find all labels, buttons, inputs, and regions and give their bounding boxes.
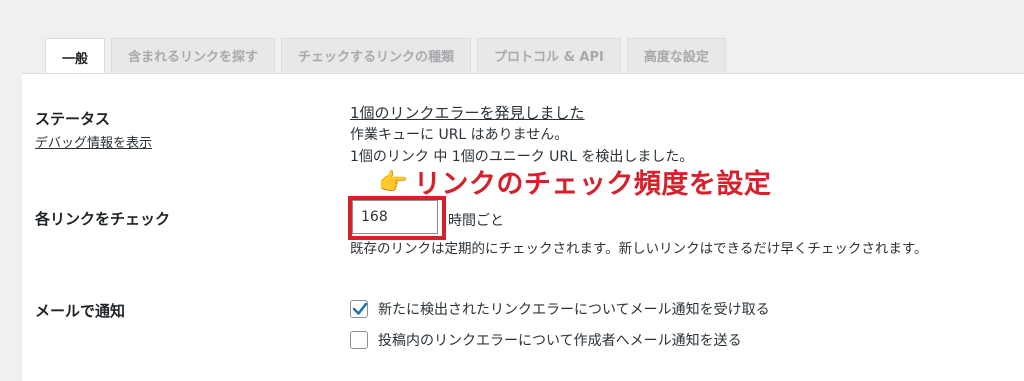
settings-tabs: 一般 含まれるリンクを探す チェックするリンクの種類 プロトコル & API 高…	[45, 38, 726, 75]
notify-new-errors-checkbox[interactable]	[350, 300, 368, 318]
email-notify-label: メールで通知	[35, 302, 126, 320]
notify-new-errors-label: 新たに検出されたリンクエラーについてメール通知を受け取る	[378, 302, 770, 318]
tab-advanced[interactable]: 高度な設定	[626, 38, 726, 72]
tab-which-links-to-check[interactable]: チェックするリンクの種類	[281, 38, 472, 72]
check-each-link-label: 各リンクをチェック	[35, 210, 171, 228]
tab-look-for-links[interactable]: 含まれるリンクを探す	[111, 38, 276, 72]
tab-protocols-api[interactable]: プロトコル & API	[477, 38, 621, 72]
checkmark-icon	[352, 302, 368, 315]
link-errors-found-link[interactable]: 1個のリンクエラーを発見しました	[350, 102, 585, 123]
queue-status-text: 作業キューに URL はありません。	[350, 127, 569, 143]
notify-authors-label: 投稿内のリンクエラーについて作成者へメール通知を送る	[378, 333, 742, 349]
status-label: ステータス	[35, 110, 111, 128]
tab-general[interactable]: 一般	[45, 38, 106, 75]
check-interval-description: 既存のリンクは定期的にチェックされます。新しいリンクはできるだけ早くチェックされ…	[350, 241, 928, 257]
pointing-hand-icon: 👉	[378, 167, 408, 196]
annotation-text: リンクのチェック頻度を設定	[413, 169, 772, 200]
debug-info-link[interactable]: デバッグ情報を表示	[35, 132, 152, 151]
annotation-highlight-box	[348, 196, 446, 240]
notify-authors-checkbox[interactable]	[350, 331, 368, 349]
check-interval-unit: 時間ごと	[448, 213, 504, 229]
